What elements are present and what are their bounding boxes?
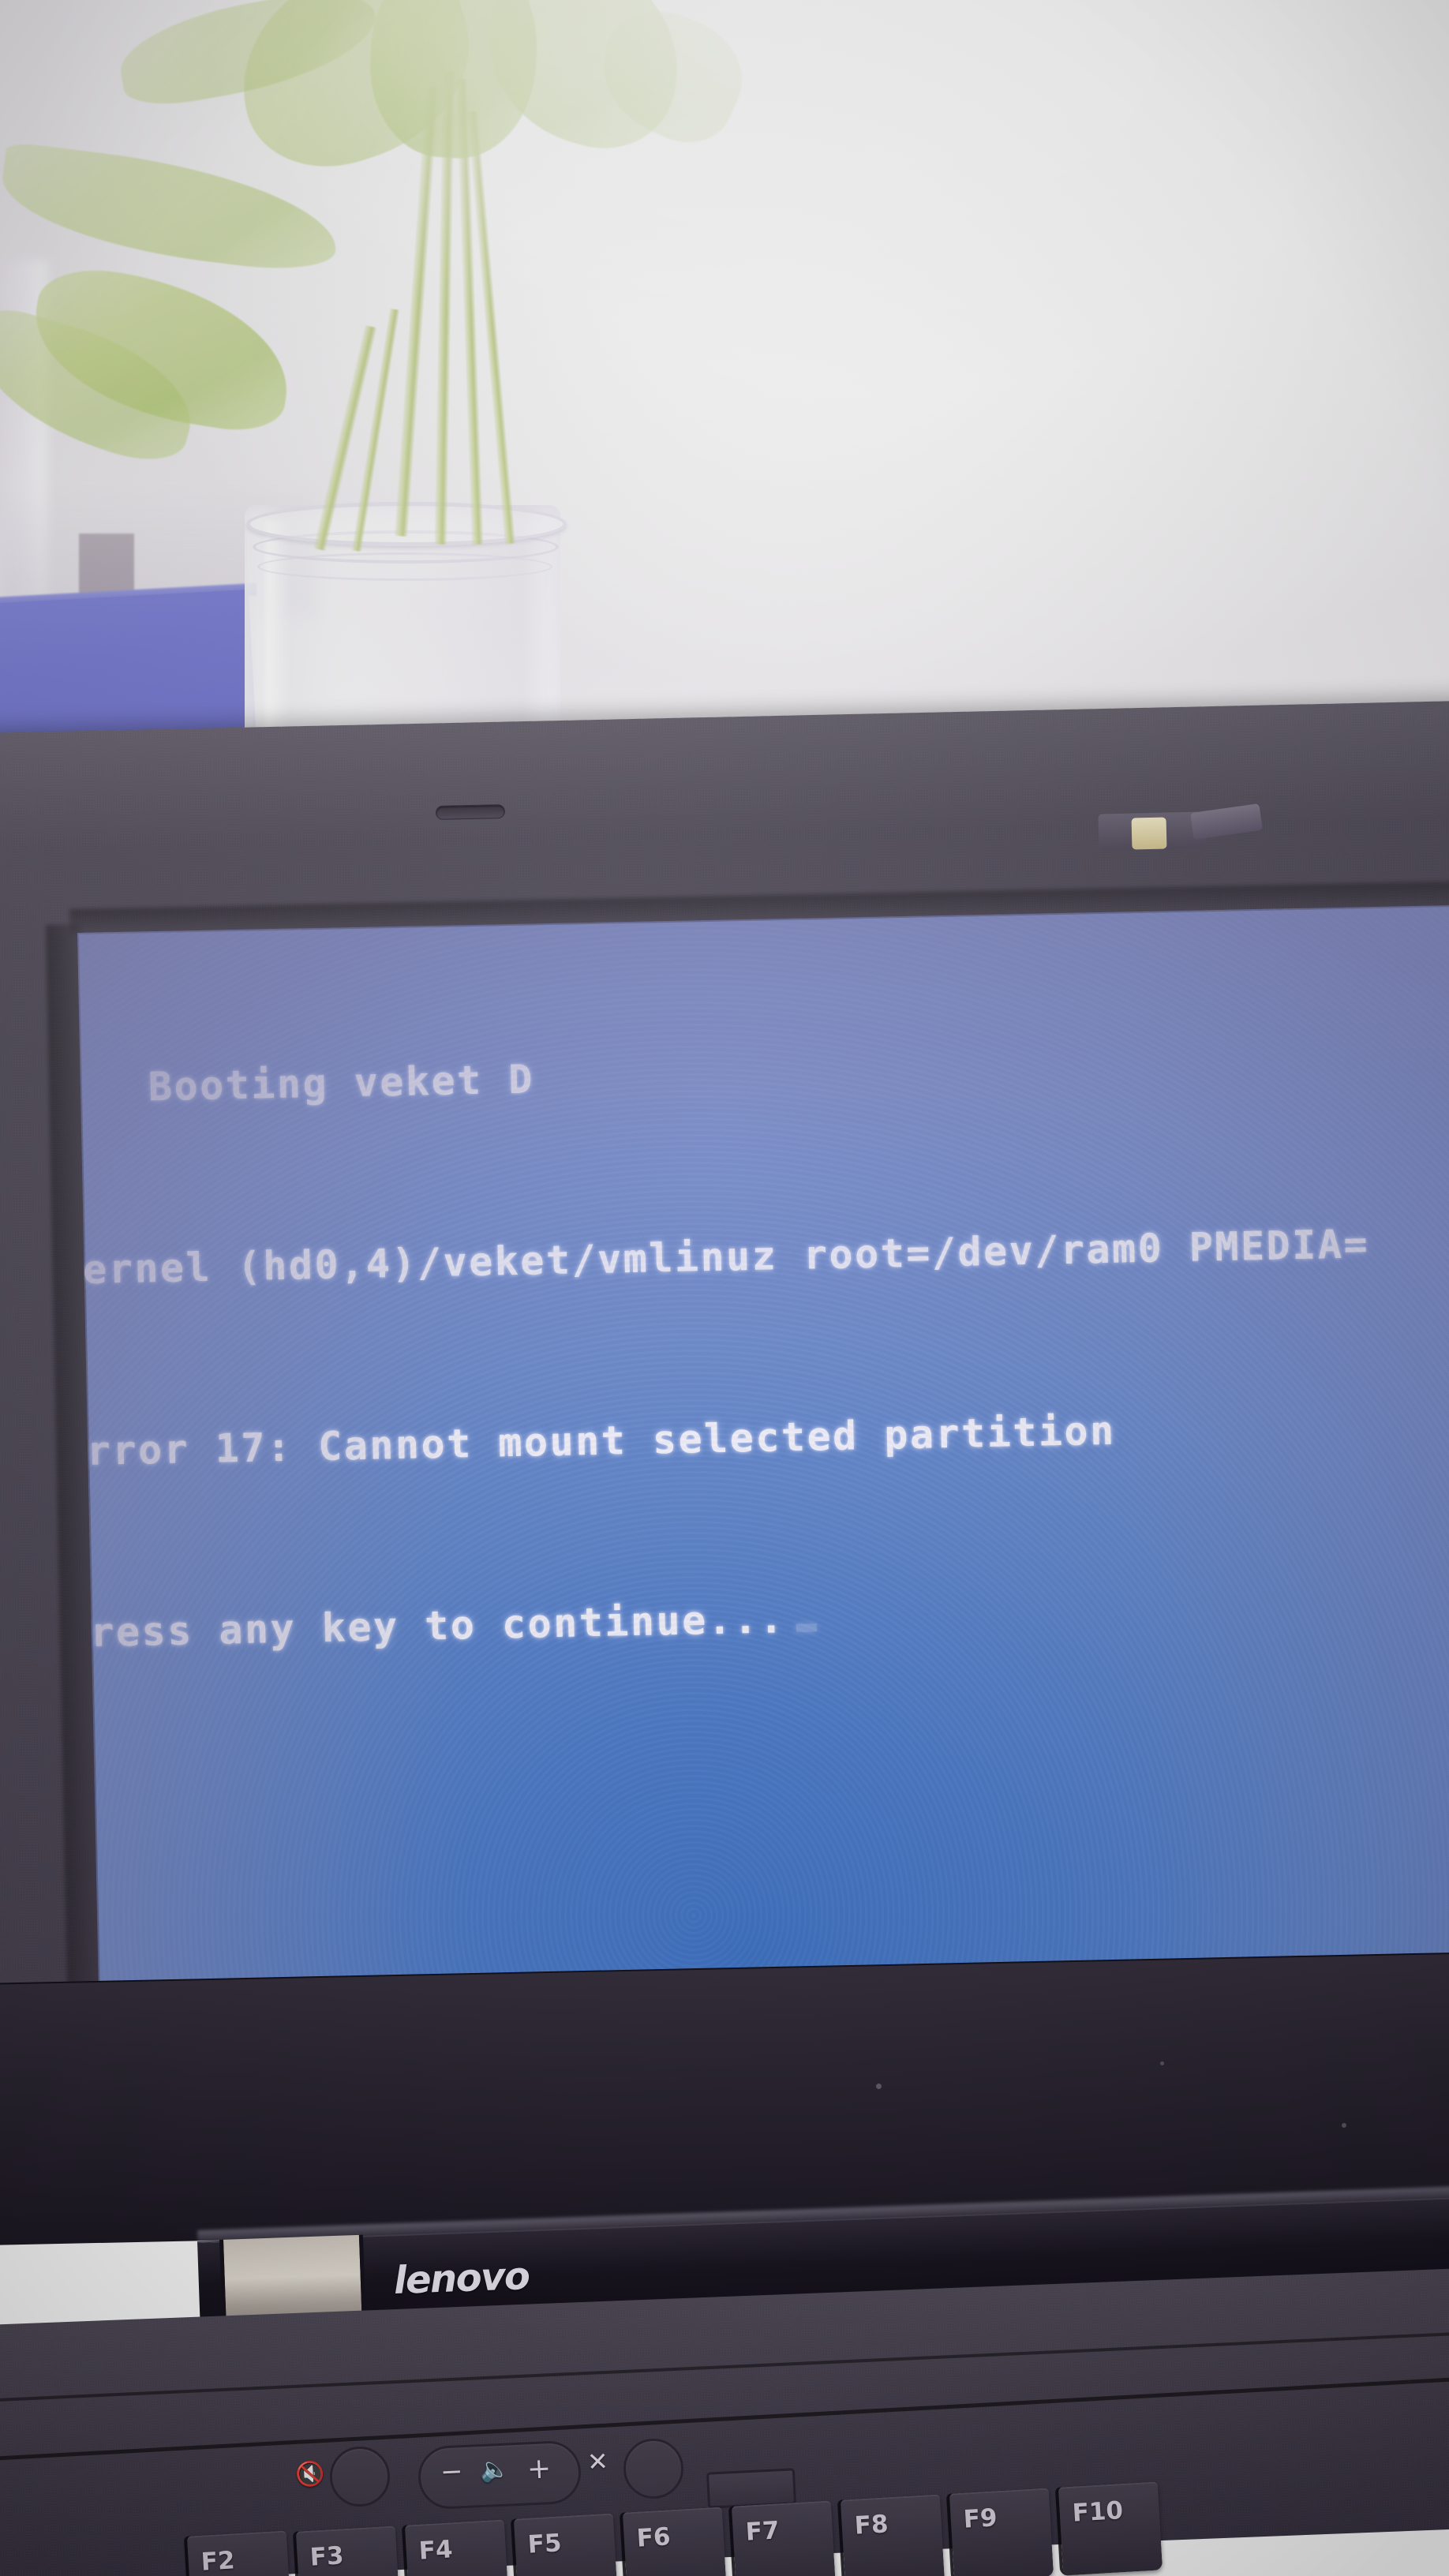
volume-down-icon[interactable]: − <box>440 2455 463 2488</box>
console-line-kernel: kernel (hd0,4)/veket/vmlinuz root=/dev/r… <box>77 1221 1370 1294</box>
console-line-booting: Booting veket D <box>148 1056 535 1110</box>
lenovo-logo: lenovo <box>393 2254 530 2303</box>
dust-speck <box>1342 2123 1346 2128</box>
dust-speck <box>1160 2061 1164 2065</box>
key-f7[interactable]: F7 <box>731 2500 837 2576</box>
microphone-mute-icon: ✕ <box>586 2446 609 2477</box>
key-f7-label: F7 <box>744 2516 781 2547</box>
key-f3[interactable]: F3 <box>295 2525 401 2576</box>
grub-console: Booting veket D kernel (hd0,4)/veket/vml… <box>77 904 1449 2014</box>
house-plant <box>0 0 760 655</box>
key-f4-label: F4 <box>417 2535 454 2566</box>
key-f8[interactable]: F8 <box>840 2494 945 2576</box>
key-f10-label: F10 <box>1071 2496 1125 2528</box>
speaker-icon: 🔈 <box>479 2455 511 2484</box>
key-f6[interactable]: F6 <box>622 2507 728 2576</box>
key-f9-label: F9 <box>962 2503 998 2534</box>
dust-speck <box>876 2084 882 2089</box>
console-line-press-any-key: Press any key to continue... <box>77 1559 1449 1679</box>
lid-latch-slot <box>435 804 506 820</box>
key-f6-label: F6 <box>635 2522 672 2553</box>
speaker-mute-icon: 🔇 <box>294 2460 326 2489</box>
volume-up-icon[interactable]: + <box>526 2452 552 2485</box>
key-f9[interactable]: F9 <box>949 2488 1054 2576</box>
key-f5[interactable]: F5 <box>513 2513 619 2576</box>
text-cursor <box>796 1623 817 1632</box>
bezel-clip-gold-chip <box>1131 817 1167 850</box>
key-f2[interactable]: F2 <box>186 2530 292 2576</box>
key-f8-label: F8 <box>853 2510 889 2540</box>
key-f3-label: F3 <box>309 2541 345 2572</box>
photograph: Booting veket D kernel (hd0,4)/veket/vml… <box>0 0 1449 2576</box>
console-line-error: Error 17: Cannot mount selected partitio… <box>77 1407 1117 1475</box>
key-f5-label: F5 <box>526 2529 563 2559</box>
key-f4[interactable]: F4 <box>404 2519 510 2576</box>
laptop-screen[interactable]: Booting veket D kernel (hd0,4)/veket/vml… <box>77 904 1449 2014</box>
key-f10[interactable]: F10 <box>1058 2481 1163 2576</box>
press-any-key-text: Press any key to continue... <box>77 1596 786 1657</box>
key-f2-label: F2 <box>200 2546 236 2576</box>
